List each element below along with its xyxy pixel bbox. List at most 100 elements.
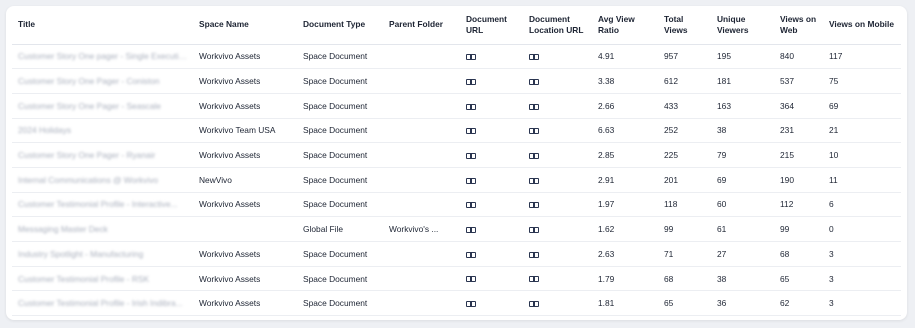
header-views-on-mobile[interactable]: Views on Mobile — [823, 6, 901, 45]
views-on-web-cell: 215 — [774, 142, 823, 168]
unique-viewers-cell: 38 — [711, 266, 774, 292]
header-document-location-url[interactable]: Document Location URL — [523, 6, 592, 45]
document-title-cell[interactable]: Customer Story One pager - Single Execut… — [12, 44, 193, 70]
avg-view-ratio-cell: 2.63 — [592, 241, 658, 267]
table-row[interactable]: Customer Story One Pager - Seascale Work… — [12, 93, 901, 119]
link-icon[interactable] — [529, 276, 539, 283]
table-row[interactable]: Customer Testimonial Profile - RSK Workv… — [12, 266, 901, 292]
header-avg-view-ratio[interactable]: Avg View Ratio — [592, 6, 658, 45]
space-name-cell: Workvivo Assets — [193, 241, 297, 267]
document-title-cell[interactable]: Customer Story One Pager - Ryanair — [12, 142, 193, 168]
document-location-url-cell — [523, 266, 592, 292]
link-icon[interactable] — [466, 54, 476, 61]
link-icon[interactable] — [466, 152, 476, 159]
total-views-cell: 957 — [658, 44, 711, 70]
document-url-cell — [460, 241, 523, 267]
header-parent-folder[interactable]: Parent Folder — [383, 6, 460, 45]
document-location-url-cell — [523, 44, 592, 70]
link-icon[interactable] — [466, 78, 476, 85]
parent-folder-cell — [383, 142, 460, 168]
avg-view-ratio-cell: 1.97 — [592, 192, 658, 218]
document-url-cell — [460, 192, 523, 218]
unique-viewers-cell: 27 — [711, 241, 774, 267]
document-title-cell[interactable]: Internal Communications @ Workvivo — [12, 167, 193, 193]
header-document-url[interactable]: Document URL — [460, 6, 523, 45]
avg-view-ratio-cell: 2.91 — [592, 167, 658, 193]
avg-view-ratio-cell: 1.62 — [592, 216, 658, 242]
header-document-type[interactable]: Document Type — [297, 6, 383, 45]
table-row[interactable]: Customer Testimonial Profile - Irish Ind… — [12, 290, 901, 317]
views-on-mobile-cell: 10 — [823, 142, 901, 168]
header-title[interactable]: Title — [12, 6, 193, 45]
document-title-cell[interactable]: Customer Story One Pager - Coniston — [12, 68, 193, 94]
table-row[interactable]: 2024 Holidays Workvivo Team USA Space Do… — [12, 118, 901, 144]
document-title-cell[interactable]: Customer Testimonial Profile - RSK — [12, 266, 193, 292]
document-location-url-cell — [523, 192, 592, 218]
link-icon[interactable] — [466, 251, 476, 258]
parent-folder-cell — [383, 266, 460, 292]
table-row[interactable]: Customer Story One Pager - Coniston Work… — [12, 68, 901, 94]
table-row[interactable]: Customer Story One pager - Single Execut… — [12, 44, 901, 70]
parent-folder-cell — [383, 167, 460, 193]
header-space-name[interactable]: Space Name — [193, 6, 297, 45]
document-title-cell[interactable]: Customer Testimonial Profile - Irish Ind… — [12, 290, 193, 317]
total-views-cell: 201 — [658, 167, 711, 193]
documents-table: Title Space Name Document Type Parent Fo… — [12, 6, 901, 317]
link-icon[interactable] — [466, 177, 476, 184]
views-on-web-cell: 190 — [774, 167, 823, 193]
unique-viewers-cell: 61 — [711, 216, 774, 242]
link-icon[interactable] — [529, 177, 539, 184]
space-name-cell — [193, 216, 297, 242]
link-icon[interactable] — [529, 103, 539, 110]
header-unique-viewers[interactable]: Unique Viewers — [711, 6, 774, 45]
link-icon[interactable] — [529, 152, 539, 159]
document-type-cell: Space Document — [297, 44, 383, 70]
parent-folder-cell — [383, 93, 460, 119]
documents-report-card: Title Space Name Document Type Parent Fo… — [6, 6, 907, 320]
link-icon[interactable] — [466, 301, 476, 307]
link-icon[interactable] — [529, 54, 539, 61]
document-location-url-cell — [523, 68, 592, 94]
document-url-cell — [460, 118, 523, 144]
space-name-cell: Workvivo Assets — [193, 93, 297, 119]
avg-view-ratio-cell: 2.85 — [592, 142, 658, 168]
space-name-cell: Workvivo Assets — [193, 44, 297, 70]
link-icon[interactable] — [466, 103, 476, 110]
link-icon[interactable] — [529, 78, 539, 85]
space-name-cell: Workvivo Team USA — [193, 118, 297, 144]
views-on-web-cell: 537 — [774, 68, 823, 94]
document-title-cell[interactable]: Customer Testimonial Profile - Interacti… — [12, 192, 193, 218]
total-views-cell: 68 — [658, 266, 711, 292]
link-icon[interactable] — [466, 128, 476, 135]
table-row[interactable]: Internal Communications @ Workvivo NewVi… — [12, 167, 901, 193]
document-type-cell: Space Document — [297, 241, 383, 267]
unique-viewers-cell: 163 — [711, 93, 774, 119]
link-icon[interactable] — [529, 226, 539, 233]
document-title-cell[interactable]: Industry Spotlight - Manufacturing — [12, 241, 193, 267]
views-on-mobile-cell: 117 — [823, 44, 901, 70]
table-row[interactable]: Industry Spotlight - Manufacturing Workv… — [12, 241, 901, 267]
table-row[interactable]: Customer Testimonial Profile - Interacti… — [12, 192, 901, 218]
link-icon[interactable] — [529, 128, 539, 135]
link-icon[interactable] — [466, 276, 476, 283]
document-title-cell[interactable]: Customer Story One Pager - Seascale — [12, 93, 193, 119]
table-row[interactable]: Customer Story One Pager - Ryanair Workv… — [12, 142, 901, 168]
views-on-web-cell: 68 — [774, 241, 823, 267]
header-total-views[interactable]: Total Views — [658, 6, 711, 45]
table-row[interactable]: Messaging Master Deck Global File Workvi… — [12, 216, 901, 242]
parent-folder-cell — [383, 68, 460, 94]
views-on-mobile-cell: 21 — [823, 118, 901, 144]
document-title-cell[interactable]: Messaging Master Deck — [12, 216, 193, 242]
parent-folder-cell — [383, 290, 460, 317]
link-icon[interactable] — [529, 202, 539, 209]
link-icon[interactable] — [529, 251, 539, 258]
link-icon[interactable] — [466, 226, 476, 233]
total-views-cell: 612 — [658, 68, 711, 94]
document-url-cell — [460, 93, 523, 119]
header-views-on-web[interactable]: Views on Web — [774, 6, 823, 45]
link-icon[interactable] — [529, 301, 539, 307]
avg-view-ratio-cell: 3.38 — [592, 68, 658, 94]
link-icon[interactable] — [466, 202, 476, 209]
document-title-cell[interactable]: 2024 Holidays — [12, 118, 193, 144]
unique-viewers-cell: 60 — [711, 192, 774, 218]
